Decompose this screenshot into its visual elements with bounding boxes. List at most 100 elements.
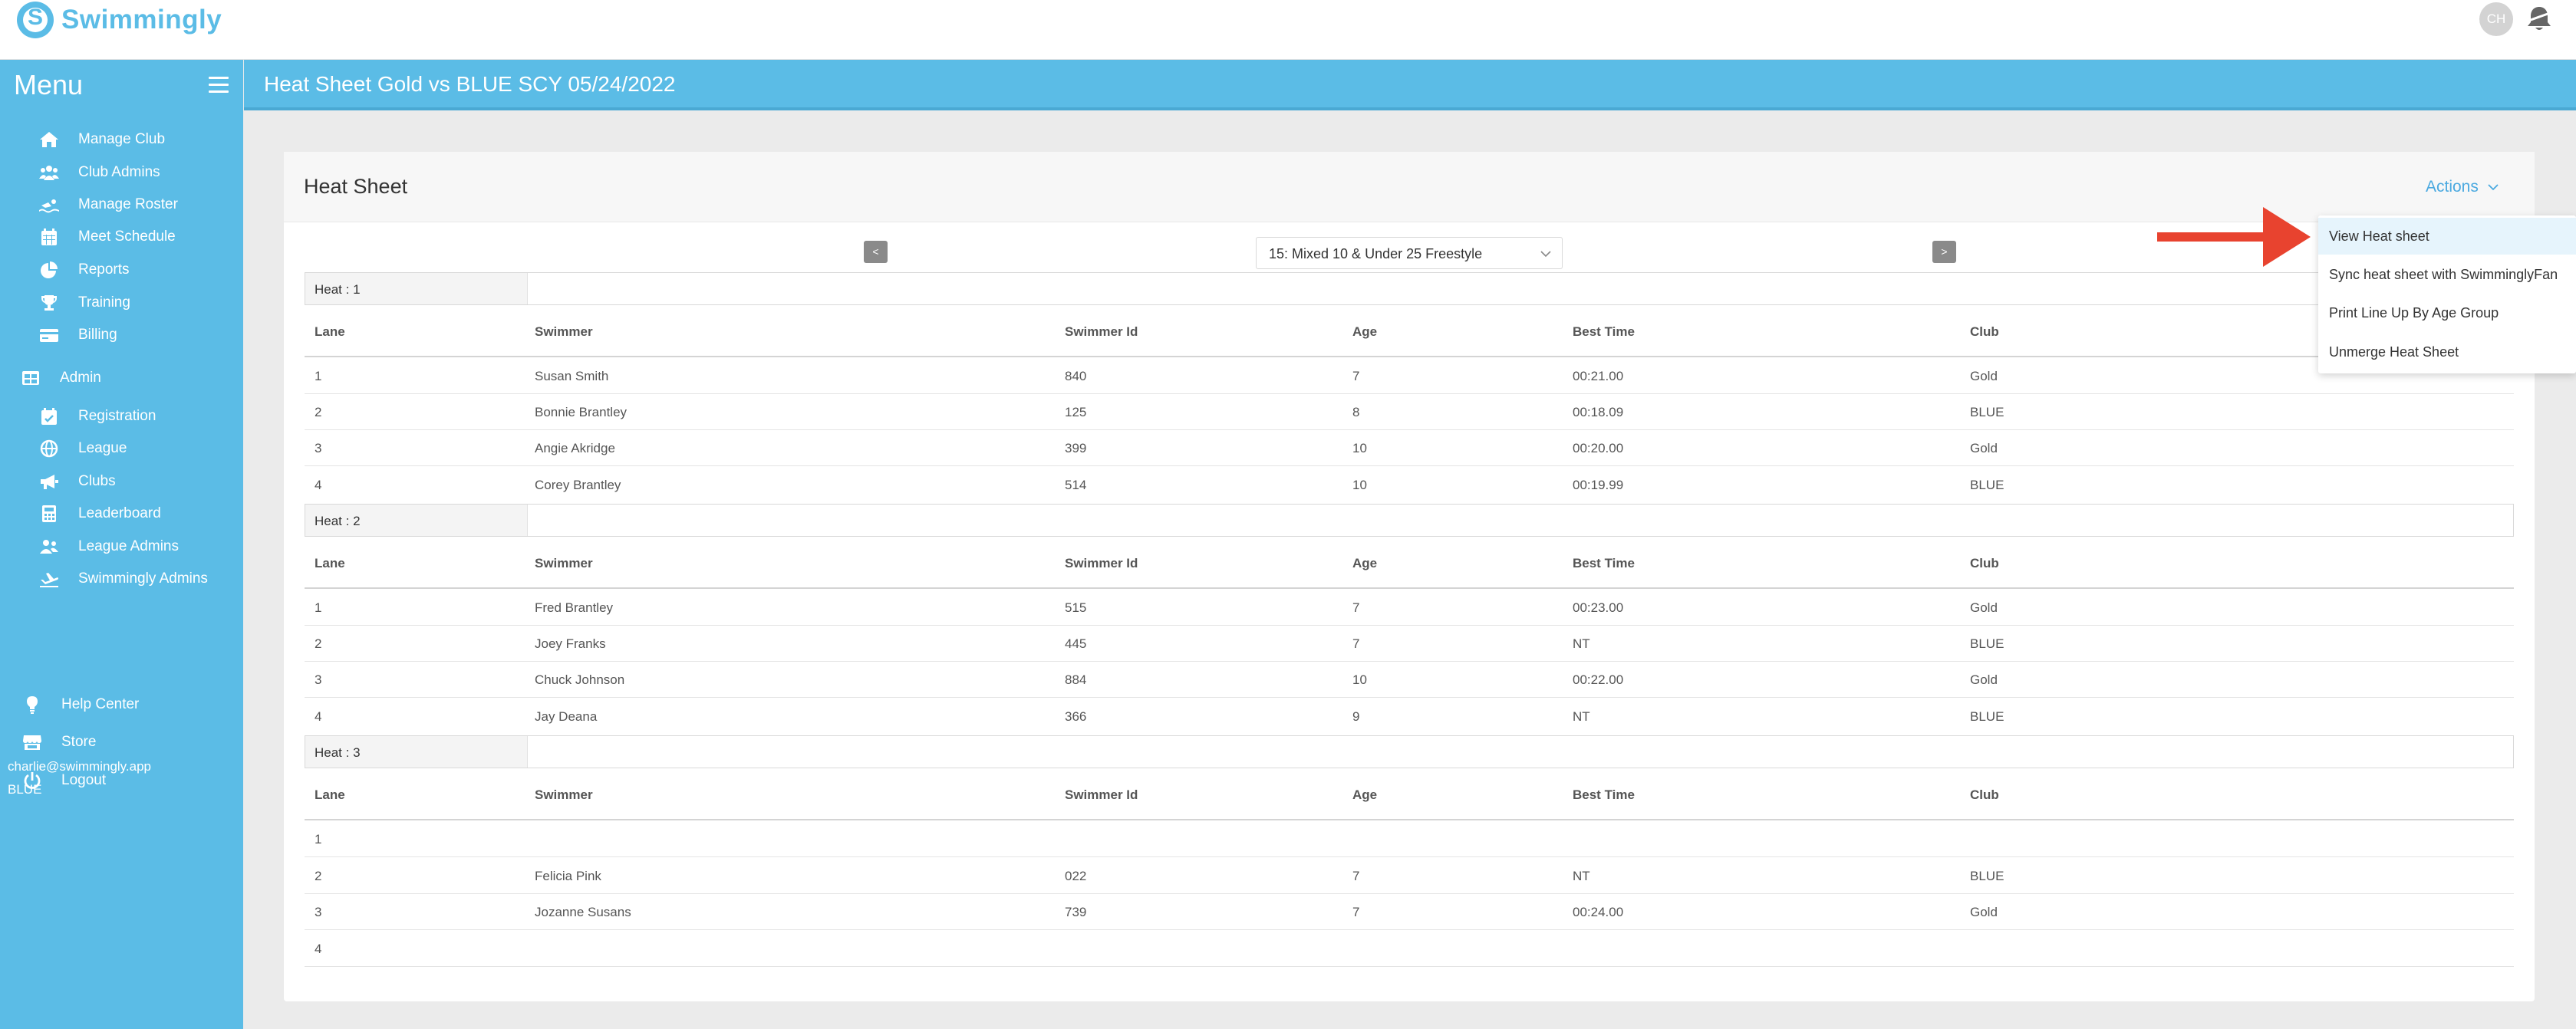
- cell-swimmer: Felicia Pink: [535, 869, 601, 883]
- sidebar-item-manage-roster[interactable]: Manage Roster: [38, 193, 178, 216]
- users-icon: [38, 163, 60, 182]
- heat-header: Heat : 2: [305, 504, 2514, 537]
- hamburger-icon[interactable]: [209, 77, 229, 94]
- sidebar: Menu Manage Club Club Admins Manage Rost…: [0, 60, 243, 1029]
- cell-swimmer-id: 022: [1065, 869, 1087, 883]
- card-title: Heat Sheet: [304, 175, 408, 198]
- cell-swimmer-id: 399: [1065, 441, 1087, 455]
- cell-swimmer-id: 739: [1065, 905, 1087, 919]
- column-header-age: Age: [1352, 556, 1378, 570]
- actions-button[interactable]: Actions: [2426, 178, 2499, 196]
- notification-bell-icon[interactable]: [2524, 4, 2555, 35]
- column-header-best-time: Best Time: [1573, 556, 1635, 570]
- menu-item-unmerge-heat-sheet[interactable]: Unmerge Heat Sheet: [2318, 334, 2576, 370]
- chevron-down-icon: [2488, 184, 2499, 191]
- red-arrow-annotation: [2157, 207, 2311, 267]
- cell-lane: 3: [315, 905, 322, 919]
- chevron-down-icon: [1540, 251, 1551, 258]
- cell-club: BLUE: [1970, 636, 2004, 651]
- column-header-club: Club: [1970, 324, 1999, 339]
- header-divider: [305, 587, 2514, 589]
- sidebar-item-label: Billing: [78, 327, 117, 343]
- menu-item-view-heat-sheet[interactable]: View Heat sheet: [2318, 218, 2576, 255]
- column-header-club: Club: [1970, 787, 1999, 802]
- row-divider: [305, 856, 2514, 857]
- calendar-check-icon: [38, 406, 60, 426]
- sidebar-item-reports[interactable]: Reports: [38, 258, 130, 281]
- cell-swimmer: Jozanne Susans: [535, 905, 631, 919]
- row-divider: [305, 697, 2514, 698]
- cell-best-time: 00:24.00: [1573, 905, 1624, 919]
- sidebar-item-admin[interactable]: Admin: [20, 367, 101, 390]
- sidebar-item-meet-schedule[interactable]: Meet Schedule: [38, 225, 176, 248]
- cell-swimmer-id: 515: [1065, 600, 1087, 615]
- cell-swimmer-id: 514: [1065, 478, 1087, 492]
- heat-header: Heat : 3: [305, 735, 2514, 768]
- sidebar-item-swimmingly-admins[interactable]: Swimmingly Admins: [38, 567, 208, 590]
- sidebar-item-club-admins[interactable]: Club Admins: [38, 161, 160, 184]
- next-event-button[interactable]: >: [1932, 241, 1956, 263]
- sidebar-item-manage-club[interactable]: Manage Club: [38, 128, 165, 151]
- megaphone-icon: [38, 472, 60, 491]
- sidebar-item-leaderboard[interactable]: Leaderboard: [38, 502, 161, 525]
- column-header-swimmer: Swimmer: [535, 556, 593, 570]
- sidebar-item-label: Help Center: [61, 696, 140, 712]
- sidebar-item-label: Leaderboard: [78, 505, 161, 521]
- cell-swimmer: Bonnie Brantley: [535, 405, 628, 419]
- menu-title: Menu: [14, 69, 84, 100]
- cell-club: BLUE: [1970, 478, 2004, 492]
- sidebar-item-label: League Admins: [78, 538, 179, 554]
- event-select[interactable]: 15: Mixed 10 & Under 25 Freestyle: [1256, 237, 1563, 269]
- cell-swimmer: Joey Franks: [535, 636, 606, 651]
- cell-swimmer: Angie Akridge: [535, 441, 615, 455]
- credit-card-icon: [38, 325, 60, 345]
- top-bar: Swimmingly CH: [0, 0, 2576, 60]
- sidebar-item-clubs[interactable]: Clubs: [38, 470, 116, 493]
- sidebar-item-label: Registration: [78, 408, 156, 424]
- cell-age: 7: [1352, 636, 1360, 651]
- sidebar-item-label: Clubs: [78, 473, 116, 489]
- sidebar-item-label: Admin: [60, 370, 101, 386]
- sidebar-item-label: Store: [61, 734, 97, 750]
- avatar[interactable]: CH: [2479, 2, 2513, 36]
- column-header-lane: Lane: [315, 556, 345, 570]
- calculator-icon: [38, 504, 60, 524]
- cell-swimmer: Chuck Johnson: [535, 672, 625, 687]
- cell-swimmer: Fred Brantley: [535, 600, 614, 615]
- cell-age: 9: [1352, 709, 1360, 724]
- cell-best-time: 00:19.99: [1573, 478, 1624, 492]
- cell-club: BLUE: [1970, 709, 2004, 724]
- cell-swimmer-id: 445: [1065, 636, 1087, 651]
- cell-best-time: NT: [1573, 636, 1590, 651]
- cell-best-time: 00:22.00: [1573, 672, 1624, 687]
- sidebar-item-billing[interactable]: Billing: [38, 324, 117, 347]
- row-divider: [305, 393, 2514, 394]
- row-divider: [305, 929, 2514, 930]
- sidebar-item-label: Training: [78, 294, 130, 311]
- cell-age: 10: [1352, 441, 1367, 455]
- home-icon: [38, 130, 60, 150]
- sidebar-item-help-center[interactable]: Help Center: [21, 693, 139, 716]
- menu-item-print-line-up[interactable]: Print Line Up By Age Group: [2318, 294, 2576, 331]
- column-header-best-time: Best Time: [1573, 324, 1635, 339]
- globe-icon: [38, 439, 60, 459]
- swimmingly-logo[interactable]: Swimmingly: [17, 2, 222, 38]
- cell-club: Gold: [1970, 905, 1998, 919]
- cell-age: 10: [1352, 478, 1367, 492]
- row-divider: [305, 465, 2514, 466]
- sidebar-item-league[interactable]: League: [38, 437, 127, 460]
- event-select-value: 15: Mixed 10 & Under 25 Freestyle: [1269, 246, 1483, 261]
- previous-event-button[interactable]: <: [864, 241, 888, 263]
- cell-best-time: NT: [1573, 709, 1590, 724]
- heat-label: Heat : 3: [305, 736, 528, 768]
- cell-age: 7: [1352, 869, 1360, 883]
- cell-best-time: 00:21.00: [1573, 369, 1624, 383]
- sidebar-item-registration[interactable]: Registration: [38, 405, 156, 428]
- column-header-swimmer: Swimmer: [535, 324, 593, 339]
- sidebar-item-store[interactable]: Store: [21, 731, 96, 754]
- menu-item-sync-heat-sheet[interactable]: Sync heat sheet with SwimminglyFan: [2318, 256, 2576, 293]
- plane-icon: [38, 569, 60, 589]
- sidebar-item-league-admins[interactable]: League Admins: [38, 535, 179, 558]
- cell-swimmer-id: 366: [1065, 709, 1087, 724]
- sidebar-item-training[interactable]: Training: [38, 291, 130, 314]
